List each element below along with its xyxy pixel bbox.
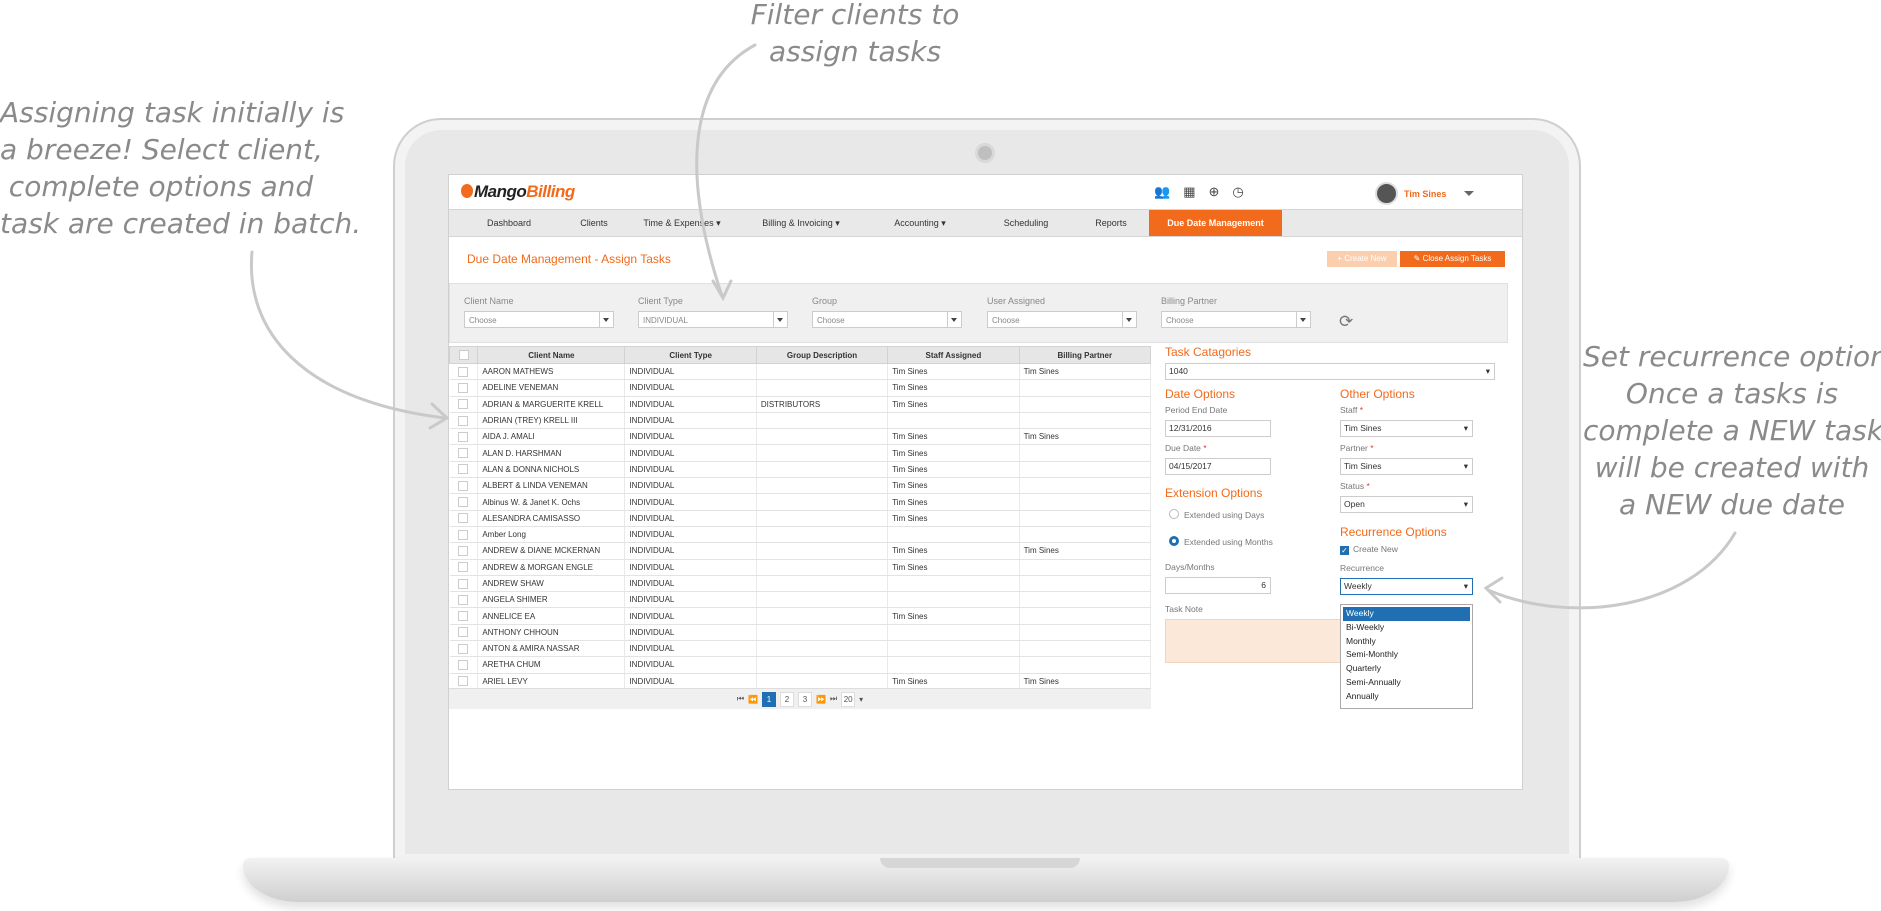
arrow-right-icon xyxy=(1486,531,1737,610)
arrow-right-head-icon xyxy=(1483,576,1504,604)
arrow-top-icon xyxy=(695,43,757,298)
annotation-arrows xyxy=(249,43,1737,610)
arrow-left-icon xyxy=(249,250,447,420)
arrow-top-head-icon xyxy=(711,279,733,302)
